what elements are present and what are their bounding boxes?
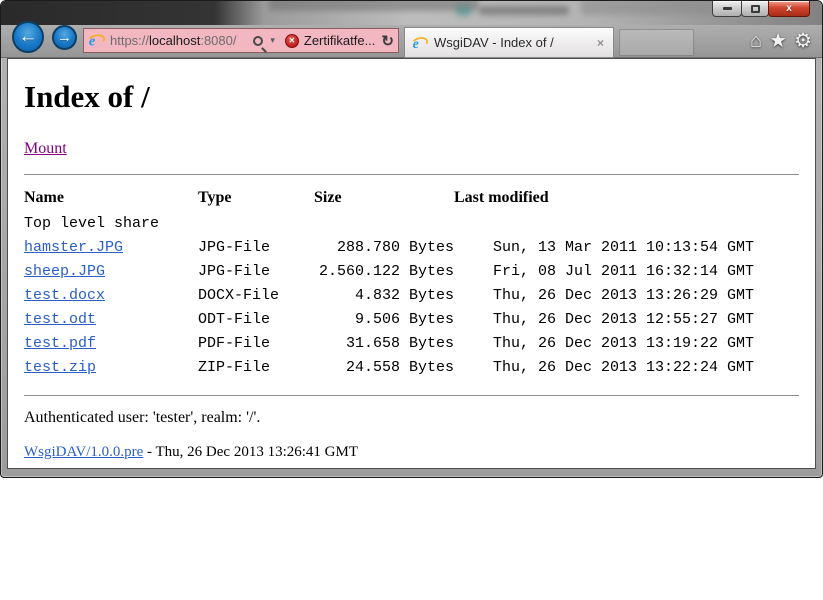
command-bar: ⌂ ★ ⚙ <box>750 29 812 53</box>
file-type: JPG-File <box>198 259 314 283</box>
page-footer: WsgiDAV/1.0.0.pre - Thu, 26 Dec 2013 13:… <box>24 444 799 461</box>
forward-arrow-icon: → <box>57 29 72 46</box>
mount-link[interactable]: Mount <box>24 140 67 158</box>
column-header-name: Name <box>24 185 198 211</box>
file-link[interactable]: test.pdf <box>24 335 96 352</box>
close-icon: x <box>786 3 792 14</box>
file-size: 288.780 Bytes <box>314 235 454 259</box>
back-arrow-icon: ← <box>19 26 38 48</box>
table-row: hamster.JPG JPG-File 288.780 Bytes Sun, … <box>24 235 754 259</box>
back-button[interactable]: ← <box>12 21 44 53</box>
file-type: DOCX-File <box>198 283 314 307</box>
page-viewport: Index of / Mount Name Type Size Last mod… <box>7 58 816 469</box>
share-note-row: Top level share <box>24 211 754 235</box>
url-text[interactable]: https://localhost:8080/ <box>110 33 237 48</box>
certificate-error-icon[interactable]: ✕ <box>285 34 299 48</box>
file-link[interactable]: test.odt <box>24 311 96 328</box>
file-modified: Thu, 26 Dec 2013 12:55:27 GMT <box>454 307 754 331</box>
wsgidav-index-page: Index of / Mount Name Type Size Last mod… <box>8 79 815 461</box>
search-dropdown-caret-icon[interactable]: ▾ <box>270 35 275 46</box>
navigation-bar: ← → e https://localhost:8080/ ▾ ✕ Zertif… <box>1 25 822 58</box>
ie-logo-icon: e <box>88 32 105 49</box>
file-type: ZIP-File <box>198 355 314 379</box>
certificate-error-label[interactable]: Zertifikatfe... <box>304 33 376 48</box>
file-size: 9.506 Bytes <box>314 307 454 331</box>
table-row: test.zip ZIP-File 24.558 Bytes Thu, 26 D… <box>24 355 754 379</box>
file-modified: Thu, 26 Dec 2013 13:26:29 GMT <box>454 283 754 307</box>
search-icon[interactable] <box>253 36 263 46</box>
file-modified: Thu, 26 Dec 2013 13:22:24 GMT <box>454 355 754 379</box>
favorites-star-icon[interactable]: ★ <box>769 29 787 53</box>
file-modified: Thu, 26 Dec 2013 13:19:22 GMT <box>454 331 754 355</box>
file-link[interactable]: hamster.JPG <box>24 239 123 256</box>
file-size: 31.658 Bytes <box>314 331 454 355</box>
column-header-size: Size <box>314 185 454 211</box>
refresh-icon[interactable]: ↻ <box>381 32 394 50</box>
wsgidav-version-link[interactable]: WsgiDAV/1.0.0.pre <box>24 444 143 460</box>
file-link[interactable]: test.docx <box>24 287 105 304</box>
minimize-button[interactable] <box>712 1 742 17</box>
forward-button[interactable]: → <box>52 25 77 50</box>
table-row: test.docx DOCX-File 4.832 Bytes Thu, 26 … <box>24 283 754 307</box>
file-type: ODT-File <box>198 307 314 331</box>
tab-title: WsgiDAV - Index of / <box>434 35 595 50</box>
footer-date: - Thu, 26 Dec 2013 13:26:41 GMT <box>143 444 358 460</box>
file-size: 24.558 Bytes <box>314 355 454 379</box>
window-controls: x <box>713 1 810 17</box>
table-row: test.odt ODT-File 9.506 Bytes Thu, 26 De… <box>24 307 754 331</box>
share-note: Top level share <box>24 211 754 235</box>
new-tab-button[interactable] <box>619 29 694 56</box>
file-size: 2.560.122 Bytes <box>314 259 454 283</box>
address-bar[interactable]: e https://localhost:8080/ ▾ ✕ Zertifikat… <box>83 28 399 53</box>
table-row: sheep.JPG JPG-File 2.560.122 Bytes Fri, … <box>24 259 754 283</box>
file-type: PDF-File <box>198 331 314 355</box>
browser-window: x ← → e https://localhost:8080/ ▾ ✕ Zert… <box>0 0 823 478</box>
restore-button[interactable] <box>741 1 769 17</box>
restore-icon <box>751 5 760 13</box>
page-title: Index of / <box>24 79 799 115</box>
file-size: 4.832 Bytes <box>314 283 454 307</box>
close-button[interactable]: x <box>768 1 810 17</box>
tools-gear-icon[interactable]: ⚙ <box>794 29 812 53</box>
file-type: JPG-File <box>198 235 314 259</box>
column-header-last-modified: Last modified <box>454 185 754 211</box>
tab-favicon-ie-icon: e <box>412 35 428 51</box>
file-table: Name Type Size Last modified Top level s… <box>24 185 754 379</box>
file-modified: Sun, 13 Mar 2011 10:13:54 GMT <box>454 235 754 259</box>
home-icon[interactable]: ⌂ <box>750 29 762 53</box>
file-modified: Fri, 08 Jul 2011 16:32:14 GMT <box>454 259 754 283</box>
table-row: test.pdf PDF-File 31.658 Bytes Thu, 26 D… <box>24 331 754 355</box>
column-header-type: Type <box>198 185 314 211</box>
file-link[interactable]: sheep.JPG <box>24 263 105 280</box>
authenticated-user-note: Authenticated user: 'tester', realm: '/'… <box>24 409 799 427</box>
tab-close-icon[interactable]: × <box>595 36 606 50</box>
title-bar: x <box>1 1 822 25</box>
minimize-icon <box>723 7 732 10</box>
divider <box>24 395 799 397</box>
divider <box>24 174 799 176</box>
tab-wsgidav[interactable]: e WsgiDAV - Index of / × <box>404 27 614 58</box>
file-link[interactable]: test.zip <box>24 359 96 376</box>
table-header-row: Name Type Size Last modified <box>24 185 754 211</box>
